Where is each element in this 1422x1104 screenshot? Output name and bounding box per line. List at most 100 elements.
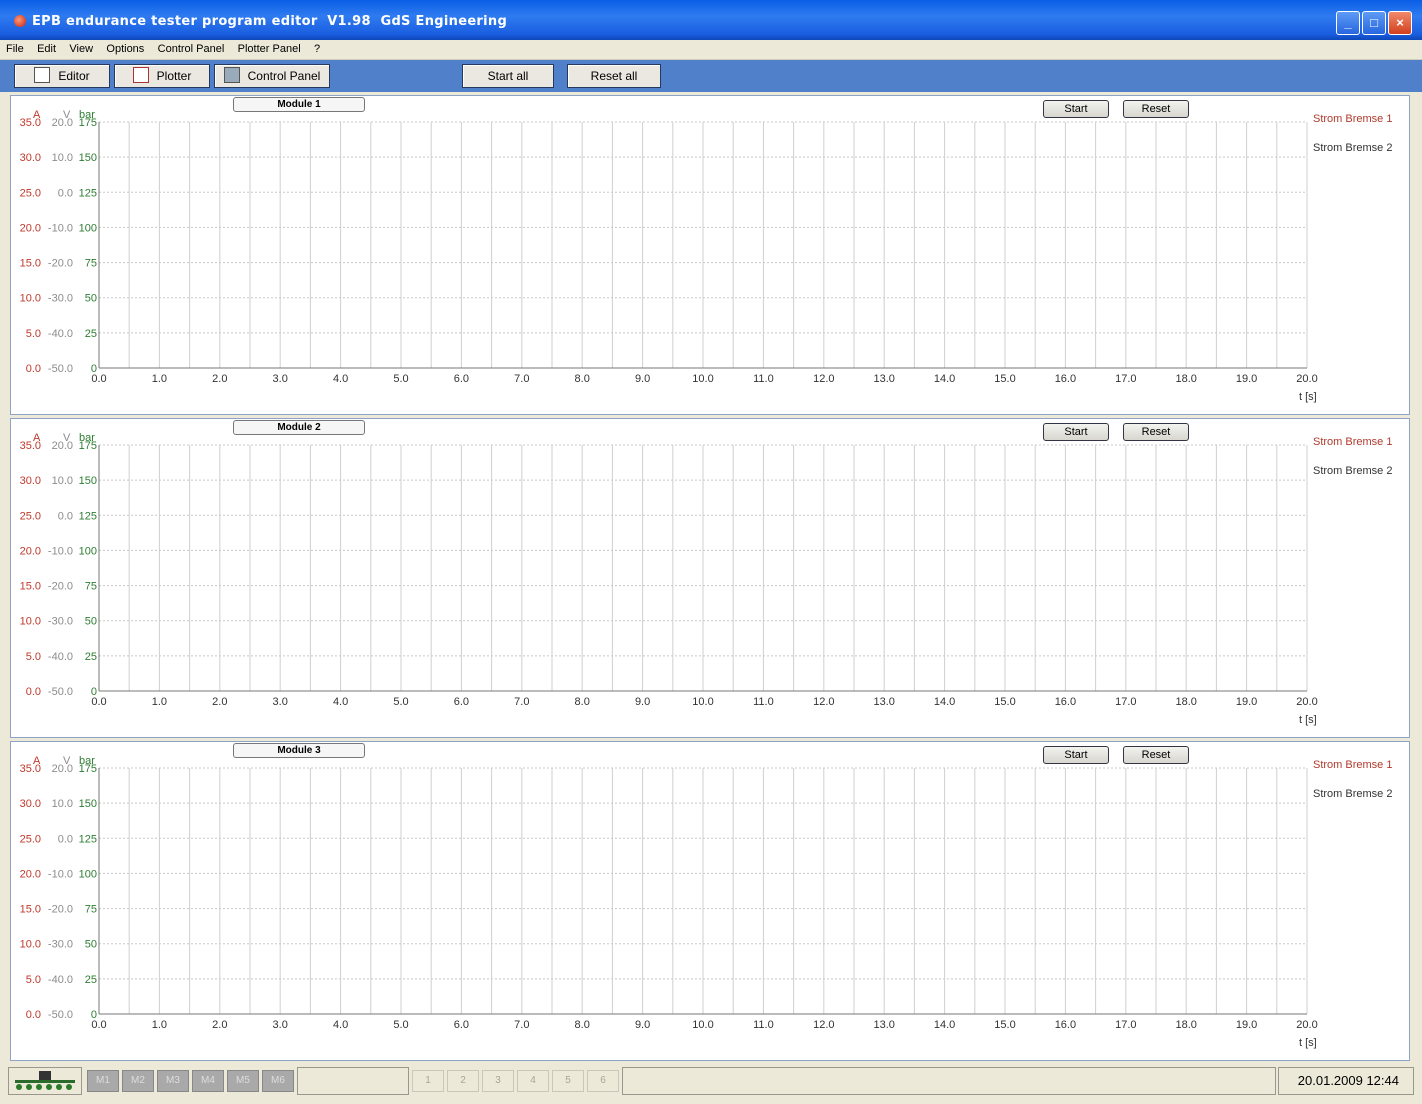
control-panel-icon [223, 67, 240, 83]
module-status-m2[interactable]: M2 [122, 1070, 154, 1092]
module-panel-1: Module 1 Start Reset Strom Bremse 1 Stro… [10, 95, 1410, 415]
menu-edit[interactable]: Edit [33, 40, 60, 55]
number-button-3[interactable]: 3 [482, 1070, 514, 1092]
x-tick: 1.0 [152, 696, 167, 708]
y-tick-bar: 75 [85, 581, 97, 593]
menu-bar: File Edit View Options Control Panel Plo… [0, 40, 1422, 60]
y-tick-a: 10.0 [20, 616, 41, 628]
module-status-m4[interactable]: M4 [192, 1070, 224, 1092]
x-tick: 5.0 [393, 1019, 408, 1031]
x-tick: 12.0 [813, 373, 834, 385]
y-tick-bar: 125 [79, 187, 97, 199]
menu-help[interactable]: ? [310, 40, 324, 55]
module-status-m6[interactable]: M6 [262, 1070, 294, 1092]
x-tick: 11.0 [753, 696, 774, 708]
x-tick: 15.0 [994, 373, 1015, 385]
y-tick-a: 35.0 [20, 440, 41, 452]
y-tick-a: 5.0 [26, 974, 41, 986]
y-tick-a: 15.0 [20, 258, 41, 270]
menu-plotter-panel[interactable]: Plotter Panel [234, 40, 305, 55]
x-tick: 1.0 [152, 1019, 167, 1031]
x-tick: 12.0 [813, 696, 834, 708]
editor-button[interactable]: Editor [14, 64, 110, 88]
reset-all-button[interactable]: Reset all [567, 64, 661, 88]
start-all-button[interactable]: Start all [462, 64, 554, 88]
y-tick-v: 0.0 [58, 510, 73, 522]
number-button-4[interactable]: 4 [517, 1070, 549, 1092]
y-tick-bar: 150 [79, 798, 97, 810]
y-tick-bar: 125 [79, 833, 97, 845]
plotter-button[interactable]: Plotter [114, 64, 210, 88]
close-button[interactable]: × [1388, 11, 1412, 35]
x-tick: 4.0 [333, 696, 348, 708]
x-tick: 11.0 [753, 1019, 774, 1031]
y-tick-a: 35.0 [20, 763, 41, 775]
module-status-m3[interactable]: M3 [157, 1070, 189, 1092]
x-axis-unit: t [s] [1299, 391, 1317, 403]
y-tick-bar: 25 [85, 651, 97, 663]
y-tick-a: 0.0 [26, 1009, 41, 1021]
y-tick-bar: 175 [79, 117, 97, 129]
number-button-2[interactable]: 2 [447, 1070, 479, 1092]
number-button-5[interactable]: 5 [552, 1070, 584, 1092]
y-tick-v: -30.0 [48, 616, 73, 628]
x-tick: 17.0 [1115, 373, 1136, 385]
x-tick: 10.0 [692, 696, 713, 708]
control-panel-button[interactable]: Control Panel [214, 64, 330, 88]
y-tick-v: -30.0 [48, 939, 73, 951]
x-tick: 17.0 [1115, 1019, 1136, 1031]
y-tick-bar: 100 [79, 545, 97, 557]
y-tick-v: 10.0 [52, 152, 73, 164]
menu-view[interactable]: View [65, 40, 97, 55]
x-tick: 18.0 [1175, 696, 1196, 708]
y-tick-a: 5.0 [26, 651, 41, 663]
status-message-area [622, 1067, 1276, 1095]
y-tick-a: 20.0 [20, 868, 41, 880]
y-tick-bar: 175 [79, 763, 97, 775]
y-tick-bar: 150 [79, 475, 97, 487]
y-tick-v: -20.0 [48, 904, 73, 916]
x-tick: 2.0 [212, 1019, 227, 1031]
x-tick: 1.0 [152, 373, 167, 385]
y-tick-a: 20.0 [20, 545, 41, 557]
x-tick: 8.0 [575, 373, 590, 385]
menu-options[interactable]: Options [102, 40, 148, 55]
x-tick: 9.0 [635, 1019, 650, 1031]
x-tick: 6.0 [454, 373, 469, 385]
menu-file[interactable]: File [2, 40, 28, 55]
number-button-6[interactable]: 6 [587, 1070, 619, 1092]
x-tick: 10.0 [692, 373, 713, 385]
x-tick: 7.0 [514, 373, 529, 385]
y-tick-v: -10.0 [48, 868, 73, 880]
y-tick-bar: 25 [85, 328, 97, 340]
module-plot: A Vbar35.0 20.0 17530.0 10.0 15025.0 0.0 12520.… [20, 432, 1318, 726]
y-tick-v: -50.0 [48, 686, 73, 698]
minimize-button[interactable]: _ [1336, 11, 1360, 35]
x-tick: 0.0 [91, 696, 106, 708]
y-tick-bar: 100 [79, 868, 97, 880]
y-tick-a: 0.0 [26, 686, 41, 698]
x-tick: 18.0 [1175, 1019, 1196, 1031]
x-tick: 20.0 [1296, 1019, 1317, 1031]
plotter-label: Plotter [156, 69, 192, 83]
y-tick-a: 10.0 [20, 293, 41, 305]
y-tick-a: 20.0 [20, 222, 41, 234]
number-button-1[interactable]: 1 [412, 1070, 444, 1092]
module-status-m1[interactable]: M1 [87, 1070, 119, 1092]
x-tick: 19.0 [1236, 1019, 1257, 1031]
module-plot: A Vbar35.0 20.0 17530.0 10.0 15025.0 0.0 12520.… [20, 109, 1318, 403]
device-icon [15, 1071, 75, 1090]
menu-control-panel[interactable]: Control Panel [154, 40, 229, 55]
module-panel-2: Module 2 Start Reset Strom Bremse 1 Stro… [10, 418, 1410, 738]
y-tick-v: -20.0 [48, 258, 73, 270]
x-tick: 15.0 [994, 1019, 1015, 1031]
module-status-m5[interactable]: M5 [227, 1070, 259, 1092]
y-tick-bar: 25 [85, 974, 97, 986]
editor-icon [34, 67, 51, 83]
y-tick-bar: 75 [85, 904, 97, 916]
y-tick-bar: 50 [85, 293, 97, 305]
y-tick-v: -50.0 [48, 363, 73, 375]
maximize-button[interactable]: □ [1362, 11, 1386, 35]
x-tick: 16.0 [1055, 373, 1076, 385]
y-tick-v: 10.0 [52, 475, 73, 487]
